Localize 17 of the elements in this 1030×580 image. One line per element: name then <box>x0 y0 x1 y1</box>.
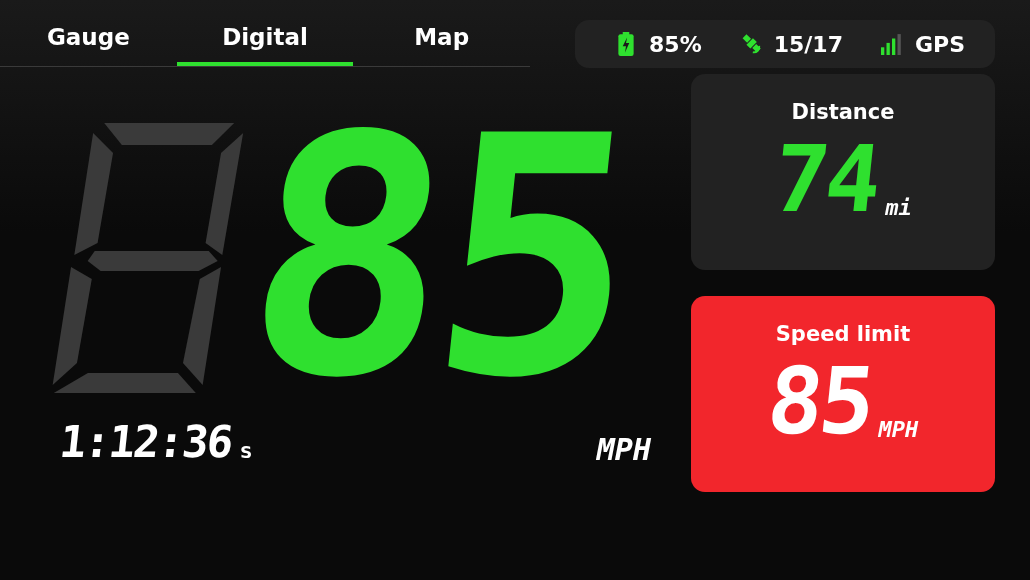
card-title: Speed limit <box>775 322 911 346</box>
tab[interactable]: Gauge <box>0 24 177 66</box>
distance-unit: mi <box>885 195 912 222</box>
speed-reading: 85 <box>232 93 641 423</box>
status-text: GPS <box>914 31 965 57</box>
speed-limit-reading: 85 <box>762 356 876 448</box>
tab[interactable]: Map <box>353 24 530 66</box>
signal-icon <box>880 32 903 56</box>
trip-timer: 1:12:36 <box>57 416 235 467</box>
timer-unit: s <box>239 438 253 465</box>
tab[interactable]: Digital <box>176 24 354 66</box>
distance-reading: 74 <box>769 134 882 226</box>
status-text: 15/17 <box>773 31 843 57</box>
card-title: Distance <box>791 100 895 124</box>
speed-limit-unit: MPH <box>878 417 919 444</box>
status-text: 85% <box>649 31 702 57</box>
speed-unit: MPH <box>596 432 651 467</box>
